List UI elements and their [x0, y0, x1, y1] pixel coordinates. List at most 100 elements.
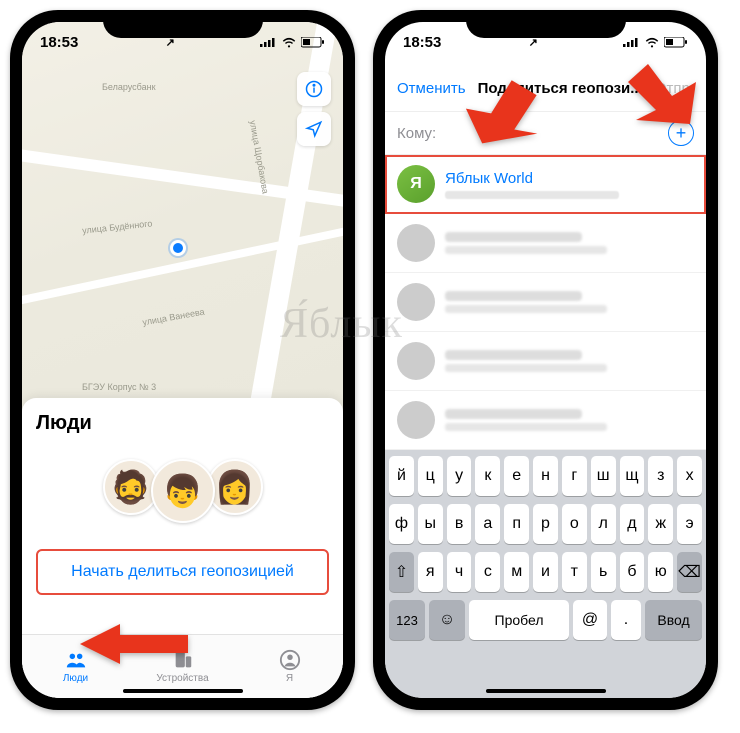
home-indicator[interactable] — [123, 689, 243, 693]
phone-right: 18:53 ↗ Отменить Поделиться геопози... О… — [373, 10, 718, 710]
people-icon — [64, 649, 88, 671]
key-т[interactable]: т — [562, 552, 587, 592]
key-ь[interactable]: ь — [591, 552, 616, 592]
start-sharing-button[interactable]: Начать делиться геопозицией — [36, 549, 329, 595]
notch — [466, 10, 626, 38]
key-shift[interactable]: ⇧ — [389, 552, 414, 592]
key-б[interactable]: б — [620, 552, 645, 592]
key-ч[interactable]: ч — [447, 552, 472, 592]
send-button[interactable]: Отпр. — [655, 80, 694, 97]
contact-row[interactable]: Яблык World — [385, 155, 706, 214]
me-icon — [278, 649, 302, 671]
tab-devices-label: Устройства — [156, 673, 208, 684]
avatar — [397, 283, 435, 321]
map-street-1: улица Будённого — [82, 218, 153, 235]
contact-detail — [445, 305, 607, 313]
key-ы[interactable]: ы — [418, 504, 443, 544]
screen-right: 18:53 ↗ Отменить Поделиться геопози... О… — [385, 22, 706, 698]
key-м[interactable]: м — [504, 552, 529, 592]
key-у[interactable]: у — [447, 456, 472, 496]
key-щ[interactable]: щ — [620, 456, 645, 496]
key-at[interactable]: @ — [573, 600, 607, 640]
contact-detail — [445, 364, 607, 372]
key-в[interactable]: в — [447, 504, 472, 544]
devices-icon — [171, 649, 195, 671]
map-info-button[interactable] — [297, 72, 331, 106]
key-э[interactable]: э — [677, 504, 702, 544]
cancel-button[interactable]: Отменить — [397, 80, 466, 97]
wifi-icon — [281, 37, 297, 48]
battery-icon — [301, 37, 325, 48]
key-123[interactable]: 123 — [389, 600, 425, 640]
key-а[interactable]: а — [475, 504, 500, 544]
contact-row[interactable] — [385, 214, 706, 273]
key-о[interactable]: о — [562, 504, 587, 544]
contact-row[interactable] — [385, 391, 706, 450]
navbar: Отменить Поделиться геопози... Отпр. — [385, 66, 706, 112]
key-ш[interactable]: ш — [591, 456, 616, 496]
contact-detail — [445, 423, 607, 431]
to-input[interactable] — [442, 125, 662, 142]
nav-title: Поделиться геопози... — [466, 80, 655, 97]
key-й[interactable]: й — [389, 456, 414, 496]
key-delete[interactable]: ⌫ — [677, 552, 702, 592]
key-space[interactable]: Пробел — [469, 600, 569, 640]
tab-people[interactable]: Люди — [22, 635, 129, 698]
contact-name — [445, 291, 582, 301]
key-г[interactable]: г — [562, 456, 587, 496]
key-н[interactable]: н — [533, 456, 558, 496]
people-sheet[interactable]: Люди 🧔 👦 👩 Начать делиться геопозицией Л… — [22, 398, 343, 698]
key-д[interactable]: д — [620, 504, 645, 544]
tab-people-label: Люди — [63, 673, 88, 684]
sheet-title: Люди — [36, 412, 329, 435]
key-з[interactable]: з — [648, 456, 673, 496]
memoji-3: 👩 — [207, 459, 263, 515]
status-right — [260, 37, 325, 48]
add-contact-button[interactable]: + — [668, 120, 694, 146]
keyboard[interactable]: йцукенгшщзх фывапролджэ ⇧ячсмитьбю⌫ 123 … — [385, 450, 706, 698]
contact-name — [445, 232, 582, 242]
contact-row[interactable] — [385, 273, 706, 332]
key-emoji[interactable]: ☺ — [429, 600, 465, 640]
to-field-row: Кому: + — [385, 112, 706, 155]
key-enter[interactable]: Ввод — [645, 600, 702, 640]
memoji-2: 👦 — [151, 459, 215, 523]
home-indicator[interactable] — [486, 689, 606, 693]
key-л[interactable]: л — [591, 504, 616, 544]
key-к[interactable]: к — [475, 456, 500, 496]
key-и[interactable]: и — [533, 552, 558, 592]
key-я[interactable]: я — [418, 552, 443, 592]
key-е[interactable]: е — [504, 456, 529, 496]
avatar — [397, 401, 435, 439]
signal-icon — [260, 37, 277, 48]
map-street-2: улица Ванеева — [142, 307, 206, 328]
map-poi-bank: Беларусбанк — [102, 82, 156, 92]
wifi-icon — [644, 37, 660, 48]
to-label: Кому: — [397, 125, 436, 142]
memoji-1: 🧔 — [103, 459, 159, 515]
plus-icon: + — [676, 124, 687, 142]
contact-name: Яблык World — [445, 170, 694, 187]
avatar — [397, 224, 435, 262]
key-ж[interactable]: ж — [648, 504, 673, 544]
key-dot[interactable]: . — [611, 600, 641, 640]
memoji-group: 🧔 👦 👩 — [36, 459, 329, 523]
signal-icon — [623, 37, 640, 48]
key-п[interactable]: п — [504, 504, 529, 544]
key-ю[interactable]: ю — [648, 552, 673, 592]
tab-me[interactable]: Я — [236, 635, 343, 698]
map-locate-button[interactable] — [297, 112, 331, 146]
key-ц[interactable]: ц — [418, 456, 443, 496]
key-х[interactable]: х — [677, 456, 702, 496]
map[interactable]: Беларусбанк улица Будённого улица Ванеев… — [22, 22, 343, 432]
status-time: 18:53 — [40, 34, 78, 51]
contact-row[interactable] — [385, 332, 706, 391]
contact-name — [445, 350, 582, 360]
avatar — [397, 165, 435, 203]
current-location-dot — [170, 240, 186, 256]
key-ф[interactable]: ф — [389, 504, 414, 544]
contact-name — [445, 409, 582, 419]
key-с[interactable]: с — [475, 552, 500, 592]
key-р[interactable]: р — [533, 504, 558, 544]
map-poi-uni: БГЭУ Корпус № 3 — [82, 382, 156, 392]
